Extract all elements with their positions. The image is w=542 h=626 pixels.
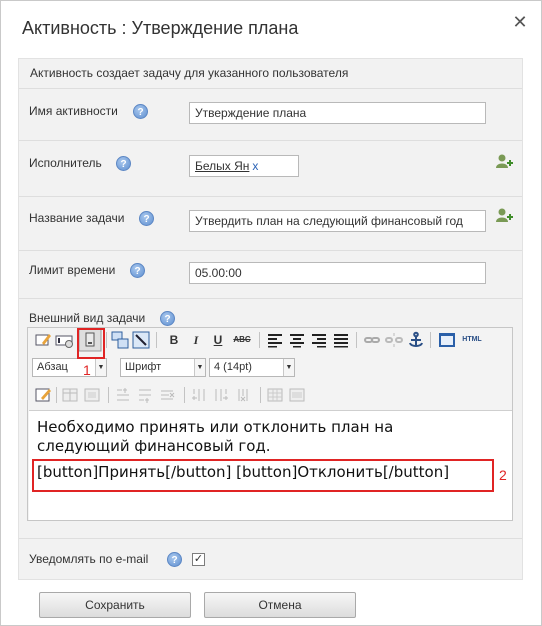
dialog: Активность : Утверждение плана ✕ Активно… [0,0,542,626]
chevron-down-icon: ▼ [95,359,106,376]
align-right-icon[interactable] [310,331,328,349]
italic-button[interactable]: I [187,331,205,349]
merge-cells-icon[interactable] [288,386,306,404]
annotation-marker-1: 1 [83,362,91,378]
split-cells-icon[interactable] [266,386,284,404]
strikethrough-button[interactable]: ABC [231,331,253,349]
performer-field[interactable]: Белых Ян x [189,155,299,177]
edit-style-icon[interactable] [34,386,52,404]
activity-name-input[interactable]: Утверждение плана [189,102,486,124]
format-select[interactable]: Абзац ▼ [32,358,107,377]
resize-image-icon[interactable] [132,331,150,349]
align-center-icon[interactable] [288,331,306,349]
row-task-name: Название задачи ? Утвердить план на след… [19,196,522,250]
help-icon[interactable]: ? [133,104,148,119]
dialog-title: Активность : Утверждение плана [22,18,299,38]
font-select[interactable]: Шрифт ▼ [120,358,206,377]
task-name-input[interactable]: Утвердить план на следующий финансовый г… [189,210,486,232]
help-icon[interactable]: ? [160,311,175,326]
link-icon[interactable] [363,331,381,349]
editor-toolbar-row-3 [28,383,512,407]
help-icon[interactable]: ? [116,156,131,171]
close-icon[interactable]: ✕ [511,13,529,31]
toolbar-separator [184,387,185,403]
notify-label: Уведомлять по e-mail [29,552,149,566]
time-limit-input[interactable]: 05.00:00 [189,262,486,284]
editor-paragraph: Необходимо принять или отклонить план на… [37,418,394,455]
bold-button[interactable]: B [165,331,183,349]
remove-user-icon[interactable]: x [252,159,258,173]
size-select-value: 4 (14pt) [214,361,252,373]
font-select-value: Шрифт [125,361,162,373]
align-justify-icon[interactable] [332,331,350,349]
layout-icon[interactable] [111,331,129,349]
notify-checkbox[interactable]: ✓ [192,553,205,566]
annotation-marker-2: 2 [499,467,507,483]
edit-icon[interactable] [34,331,52,349]
row-notify: Уведомлять по e-mail ? ✓ [19,538,522,579]
toolbar-separator [156,332,157,348]
annotation-box-2 [32,459,494,492]
help-icon[interactable]: ? [139,211,154,226]
input-field-icon[interactable] [55,331,73,349]
help-icon[interactable]: ? [130,263,145,278]
format-select-value: Абзац [37,361,68,373]
insert-col-after-icon[interactable] [212,386,230,404]
add-user-icon[interactable] [495,207,513,223]
table-icon[interactable] [61,386,79,404]
performer-label: Исполнитель [29,156,102,170]
insert-row-after-icon[interactable] [136,386,154,404]
chevron-down-icon: ▼ [283,359,294,376]
anchor-icon[interactable] [407,331,425,349]
toolbar-separator [259,332,260,348]
help-icon[interactable]: ? [167,552,182,567]
toolbar-separator [108,387,109,403]
cancel-button[interactable]: Отмена [204,592,356,618]
align-left-icon[interactable] [266,331,284,349]
toolbar-separator [56,387,57,403]
source-view-icon[interactable] [438,331,456,349]
chevron-down-icon: ▼ [194,359,205,376]
add-user-icon[interactable] [495,153,513,169]
toolbar-separator [430,332,431,348]
save-button[interactable]: Сохранить [39,592,191,618]
toolbar-separator [106,332,107,348]
row-activity-name: Имя активности ? Утверждение плана [19,88,522,140]
time-limit-label: Лимит времени [29,263,116,277]
performer-user-link[interactable]: Белых Ян [195,159,249,173]
table-props-icon[interactable] [83,386,101,404]
task-name-label: Название задачи [29,211,125,225]
annotation-box-1 [77,328,105,359]
unlink-icon[interactable] [385,331,403,349]
activity-name-label: Имя активности [29,104,118,118]
toolbar-separator [356,332,357,348]
toolbar-separator [260,387,261,403]
delete-col-icon[interactable] [234,386,252,404]
insert-row-before-icon[interactable] [114,386,132,404]
html-button[interactable]: HTML [460,331,484,349]
task-view-label: Внешний вид задачи [29,311,146,325]
editor-toolbar-row-2: Абзац ▼ Шрифт ▼ 4 (14pt) ▼ [28,356,512,380]
row-performer: Исполнитель ? Белых Ян x [19,140,522,196]
form-description: Активность создает задачу для указанного… [30,66,349,80]
underline-button[interactable]: U [209,331,227,349]
row-time-limit: Лимит времени ? 05.00:00 [19,250,522,298]
delete-row-icon[interactable] [158,386,176,404]
insert-col-before-icon[interactable] [190,386,208,404]
size-select[interactable]: 4 (14pt) ▼ [209,358,295,377]
